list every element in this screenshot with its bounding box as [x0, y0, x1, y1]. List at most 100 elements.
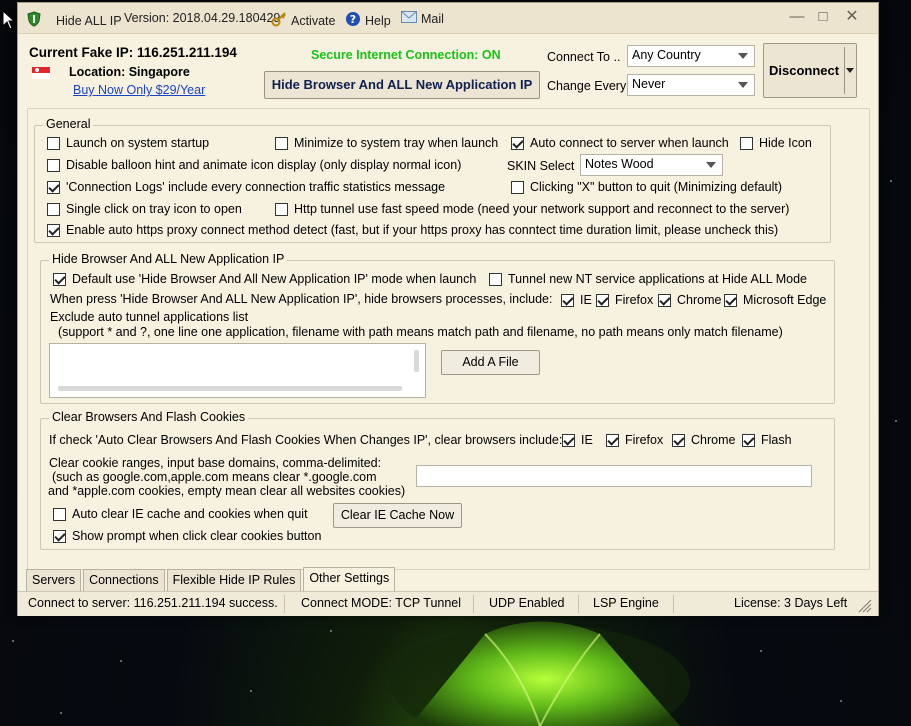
hide-ie-checkbox[interactable]: IE — [561, 293, 592, 307]
mail-label: Mail — [421, 11, 444, 26]
clear-firefox-label: Firefox — [625, 433, 664, 447]
default-use-checkbox[interactable]: Default use 'Hide Browser And All New Ap… — [53, 272, 476, 286]
checkbox-box — [511, 136, 524, 150]
secure-connection-status: Secure Internet Connection: ON — [311, 48, 501, 62]
auto-clear-ie-checkbox[interactable]: Auto clear IE cache and cookies when qui… — [53, 507, 308, 521]
status-lsp: LSP Engine — [593, 596, 659, 610]
help-link[interactable]: ? Help — [345, 11, 391, 30]
checkbox-box — [606, 433, 619, 447]
clear-chrome-label: Chrome — [691, 433, 736, 447]
title-bar[interactable]: Hide ALL IP Version: 2018.04.29.180429 A… — [18, 3, 878, 34]
connect-to-label-text[interactable]: Connect To .. — [547, 50, 620, 64]
close-button[interactable]: ✕ — [841, 8, 863, 26]
cookie-domains-input[interactable] — [416, 465, 812, 487]
hide-firefox-label: Firefox — [615, 293, 654, 307]
clear-firefox-checkbox[interactable]: Firefox — [606, 433, 663, 447]
horizontal-scrollbar[interactable] — [58, 386, 402, 391]
connection-logs-checkbox[interactable]: 'Connection Logs' include every connecti… — [47, 180, 445, 194]
checkbox-box — [53, 272, 66, 286]
disconnect-button[interactable]: Disconnect — [763, 43, 857, 98]
connect-to-select[interactable]: Any Country — [627, 45, 755, 67]
tab-flexible-hide-ip-rules[interactable]: Flexible Hide IP Rules — [166, 569, 302, 591]
auto-https-checkbox[interactable]: Enable auto https proxy connect method d… — [47, 223, 778, 237]
change-every-select[interactable]: Never — [627, 74, 755, 96]
hide-browser-all-app-button[interactable]: Hide Browser And ALL New Application IP — [264, 71, 540, 99]
clicking-x-label: Clicking "X" button to quit (Minimizing … — [530, 180, 783, 194]
activate-link[interactable]: Activate — [271, 11, 335, 30]
dropdown-arrow-icon[interactable] — [846, 68, 854, 73]
launch-startup-checkbox[interactable]: Launch on system startup — [47, 136, 209, 150]
auto-connect-checkbox[interactable]: Auto connect to server when launch — [511, 136, 729, 150]
show-prompt-checkbox[interactable]: Show prompt when click clear cookies but… — [53, 529, 321, 543]
clear-flash-checkbox[interactable]: Flash — [742, 433, 792, 447]
single-click-checkbox[interactable]: Single click on tray icon to open — [47, 202, 242, 216]
status-connect: Connect to server: 116.251.211.194 succe… — [28, 596, 278, 610]
tab-connections[interactable]: Connections — [83, 569, 165, 591]
auto-clear-ie-label: Auto clear IE cache and cookies when qui… — [72, 507, 308, 521]
minimize-button[interactable]: — — [786, 8, 808, 26]
hide-firefox-checkbox[interactable]: Firefox — [596, 293, 653, 307]
connect-to-label: Connect To .. — [547, 50, 620, 64]
tab-servers[interactable]: Servers — [26, 569, 82, 591]
status-license: License: 3 Days Left — [734, 596, 848, 610]
checkbox-box — [672, 433, 685, 447]
help-icon: ? — [345, 11, 361, 30]
show-prompt-label: Show prompt when click clear cookies but… — [72, 529, 322, 543]
connect-to-value: Any Country — [632, 48, 701, 62]
exclude-applications-textarea[interactable] — [49, 343, 426, 398]
disable-balloon-label: Disable balloon hint and animate icon di… — [66, 158, 462, 172]
chevron-down-icon — [738, 53, 748, 59]
resize-grip-icon[interactable] — [858, 599, 872, 616]
current-ip-text: Current Fake IP: 116.251.211.194 — [29, 45, 237, 60]
exclude-title: Exclude auto tunnel applications list — [50, 310, 249, 324]
hide-edge-checkbox[interactable]: Microsoft Edge — [724, 293, 826, 307]
checkbox-box — [489, 272, 502, 286]
skin-select[interactable]: Notes Wood — [580, 154, 723, 176]
tunnel-nt-checkbox[interactable]: Tunnel new NT service applications at Hi… — [489, 272, 807, 286]
hide-icon-label: Hide Icon — [759, 136, 812, 150]
chevron-down-icon — [706, 162, 716, 168]
status-divider — [284, 595, 285, 613]
http-tunnel-checkbox[interactable]: Http tunnel use fast speed mode (need yo… — [275, 202, 789, 216]
general-group-title: General — [43, 117, 94, 131]
tent-graphic — [390, 621, 690, 726]
checkbox-box — [47, 136, 60, 150]
add-a-file-button[interactable]: Add A File — [441, 350, 540, 375]
minimize-tray-checkbox[interactable]: Minimize to system tray when launch — [275, 136, 498, 150]
auto-connect-label: Auto connect to server when launch — [530, 136, 729, 150]
launch-startup-label: Launch on system startup — [66, 136, 210, 150]
checkbox-box — [47, 223, 60, 237]
when-press-text: When press 'Hide Browser And ALL New App… — [50, 292, 553, 306]
clear-cookies-group-title: Clear Browsers And Flash Cookies — [49, 410, 249, 424]
disable-balloon-checkbox[interactable]: Disable balloon hint and animate icon di… — [47, 158, 461, 172]
clear-ie-label: IE — [581, 433, 593, 447]
tab-other-settings[interactable]: Other Settings — [303, 567, 396, 591]
cookie-ranges-line3: and *apple.com cookies, empty mean clear… — [48, 484, 406, 498]
hide-icon-checkbox[interactable]: Hide Icon — [740, 136, 812, 150]
svg-text:?: ? — [350, 13, 356, 26]
status-divider — [673, 595, 674, 613]
checkbox-box — [47, 202, 60, 216]
mail-link[interactable]: Mail — [401, 11, 444, 26]
hide-chrome-checkbox[interactable]: Chrome — [658, 293, 721, 307]
maximize-button[interactable]: □ — [812, 8, 834, 26]
key-icon — [271, 11, 287, 30]
clear-chrome-checkbox[interactable]: Chrome — [672, 433, 735, 447]
clicking-x-checkbox[interactable]: Clicking "X" button to quit (Minimizing … — [511, 180, 782, 194]
checkbox-box — [742, 433, 755, 447]
checkbox-box — [658, 293, 671, 307]
mouse-cursor-icon — [2, 10, 16, 30]
status-divider — [473, 595, 474, 613]
status-mode: Connect MODE: TCP Tunnel — [301, 596, 462, 610]
checkbox-box — [47, 180, 60, 194]
vertical-scrollbar[interactable] — [414, 350, 419, 372]
checkbox-box — [275, 136, 288, 150]
clear-ie-cache-now-button[interactable]: Clear IE Cache Now — [333, 503, 462, 528]
buy-now-link[interactable]: Buy Now Only $29/Year — [73, 83, 205, 97]
singapore-flag-icon — [32, 67, 50, 82]
status-bar: Connect to server: 116.251.211.194 succe… — [18, 591, 878, 616]
help-label: Help — [365, 13, 391, 28]
clear-ie-checkbox[interactable]: IE — [562, 433, 593, 447]
status-divider — [578, 595, 579, 613]
mail-icon — [401, 11, 417, 26]
